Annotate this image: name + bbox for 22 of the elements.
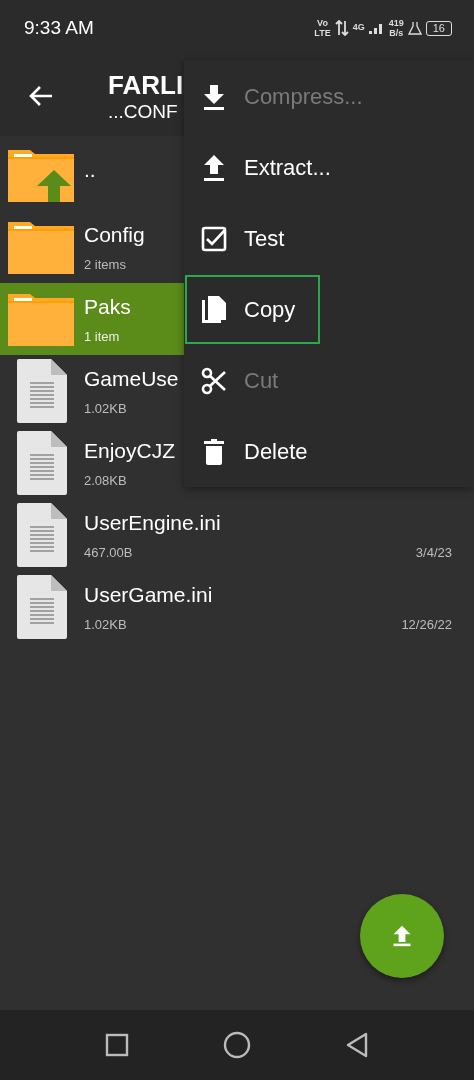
file-info: 467.00B (84, 544, 133, 560)
file-info: 1 item (84, 328, 120, 344)
file-name: .. (84, 158, 96, 182)
file-name: Paks (84, 294, 131, 319)
file-date: 3/4/23 (415, 544, 452, 560)
file-info: 2 items (84, 256, 126, 272)
toolbar-title: FARLI (108, 69, 184, 101)
battery-level: 16 (425, 20, 452, 36)
network-speed: 419 B/s (388, 18, 404, 38)
file-name: UserEngine.ini (84, 510, 221, 535)
file-name: EnjoyCJZ (84, 438, 176, 463)
file-info: 2.08KB (84, 472, 127, 488)
toolbar-path: ...CONF (108, 100, 179, 123)
file-date: 12/26/22 (401, 616, 452, 632)
file-info: 1.02KB (84, 400, 127, 416)
volte-indicator: Vo LTE (314, 18, 331, 38)
file-info: 1.02KB (84, 616, 127, 632)
file-name: Config (84, 222, 145, 247)
clock: 9:33 AM (24, 17, 94, 39)
network-type: 4G (352, 22, 365, 32)
file-name: GameUse (84, 366, 179, 391)
file-name: UserGame.ini (84, 582, 213, 607)
